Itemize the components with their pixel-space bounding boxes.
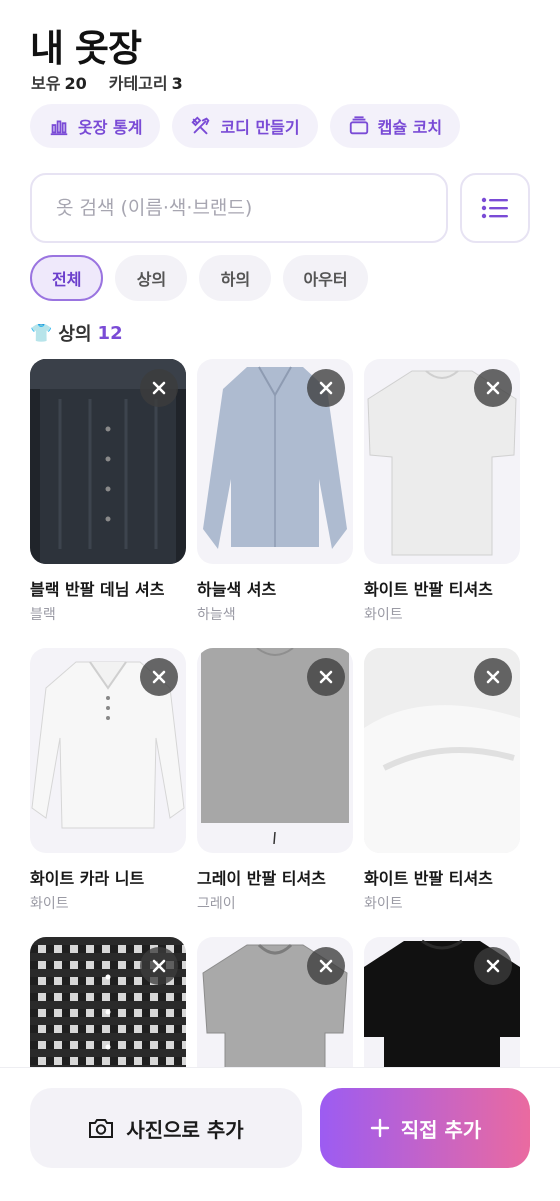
- section-label: 상의: [58, 324, 92, 345]
- delete-item-button[interactable]: [307, 947, 345, 985]
- item-color: 화이트: [30, 896, 69, 912]
- list-icon: [481, 197, 508, 219]
- owned-count: 20: [64, 74, 87, 93]
- clothing-card[interactable]: 하늘색 셔츠 하늘색: [197, 359, 353, 624]
- close-icon: [152, 670, 166, 684]
- delete-item-button[interactable]: [474, 369, 512, 407]
- wardrobe-stats-button[interactable]: 옷장 통계: [30, 104, 161, 148]
- close-icon: [319, 959, 333, 973]
- filter-outerwear[interactable]: 아우터: [283, 255, 368, 301]
- item-color: 화이트: [364, 896, 403, 912]
- delete-item-button[interactable]: [307, 369, 345, 407]
- item-color: 블랙: [30, 607, 56, 623]
- owned-label: 보유: [31, 74, 61, 93]
- clothing-card[interactable]: 그레이 반팔 티셔츠 그레이: [197, 648, 353, 913]
- delete-item-button[interactable]: [140, 658, 178, 696]
- tools-icon: [191, 116, 210, 135]
- clothing-card[interactable]: 화이트 반팔 티셔츠 화이트: [364, 359, 520, 624]
- close-icon: [152, 959, 166, 973]
- filter-bottoms[interactable]: 하의: [199, 255, 272, 301]
- camera-icon: [89, 1119, 114, 1138]
- item-color: 하늘색: [197, 607, 236, 623]
- page-title: 내 옷장: [30, 27, 142, 70]
- make-outfit-button[interactable]: 코디 만들기: [172, 104, 318, 148]
- owned-stat: 보유 20: [31, 70, 87, 94]
- action-chips: 옷장 통계 코디 만들기 캡슐 코치: [30, 104, 461, 148]
- section-count: 12: [97, 322, 123, 344]
- close-icon: [486, 381, 500, 395]
- clothing-thumbnail: [364, 359, 520, 564]
- item-name: 그레이 반팔 티셔츠: [197, 869, 326, 888]
- close-icon: [486, 959, 500, 973]
- delete-item-button[interactable]: [474, 658, 512, 696]
- search-input[interactable]: [56, 197, 446, 219]
- section-header: 👕 상의 12: [30, 320, 123, 346]
- category-stat: 카테고리 3: [109, 70, 183, 94]
- wardrobe-stats: 보유 20 카테고리 3: [31, 70, 183, 94]
- delete-item-button[interactable]: [307, 658, 345, 696]
- capsule-box-icon: [349, 116, 368, 135]
- clothing-thumbnail: [30, 648, 186, 853]
- close-icon: [319, 670, 333, 684]
- capsule-coach-label: 캡슐 코치: [377, 118, 443, 137]
- clothing-thumbnail: [30, 359, 186, 564]
- category-label: 카테고리: [108, 74, 168, 93]
- add-by-photo-button[interactable]: 사진으로 추가: [30, 1088, 302, 1168]
- delete-item-button[interactable]: [140, 947, 178, 985]
- bar-chart-icon: [50, 120, 68, 136]
- close-icon: [319, 381, 333, 395]
- item-name: 하늘색 셔츠: [197, 580, 277, 599]
- delete-item-button[interactable]: [140, 369, 178, 407]
- close-icon: [486, 670, 500, 684]
- close-icon: [152, 381, 166, 395]
- filter-all[interactable]: 전체: [30, 255, 104, 301]
- category-filters: 전체 상의 하의 아우터: [30, 255, 368, 301]
- clothing-thumbnail: [197, 648, 353, 853]
- add-manually-button[interactable]: 직접 추가: [320, 1088, 530, 1168]
- clothing-thumbnail: [364, 648, 520, 853]
- list-view-button[interactable]: [460, 173, 530, 243]
- add-manually-label: 직접 추가: [400, 1117, 482, 1142]
- clothing-card[interactable]: 화이트 카라 니트 화이트: [30, 648, 186, 913]
- filter-tops[interactable]: 상의: [115, 255, 188, 301]
- clothing-thumbnail: [197, 359, 353, 564]
- item-name: 화이트 반팔 티셔츠: [364, 580, 493, 599]
- add-by-photo-label: 사진으로 추가: [126, 1117, 244, 1142]
- clothing-card[interactable]: 블랙 반팔 데님 셔츠 블랙: [30, 359, 186, 624]
- search-box: [30, 173, 448, 243]
- tshirt-emoji-icon: 👕: [30, 322, 53, 344]
- item-color: 그레이: [197, 896, 236, 912]
- item-name: 블랙 반팔 데님 셔츠: [30, 580, 165, 599]
- wardrobe-stats-label: 옷장 통계: [78, 118, 143, 137]
- item-name: 화이트 반팔 티셔츠: [364, 869, 493, 888]
- plus-icon: [370, 1118, 389, 1138]
- item-name: 화이트 카라 니트: [30, 869, 145, 888]
- make-outfit-label: 코디 만들기: [220, 118, 300, 137]
- category-count: 3: [171, 74, 183, 93]
- item-color: 화이트: [364, 607, 403, 623]
- delete-item-button[interactable]: [474, 947, 512, 985]
- capsule-coach-button[interactable]: 캡슐 코치: [329, 104, 461, 148]
- clothing-card[interactable]: 화이트 반팔 티셔츠 화이트: [364, 648, 520, 913]
- bottom-action-bar: 사진으로 추가 직접 추가: [0, 1067, 560, 1201]
